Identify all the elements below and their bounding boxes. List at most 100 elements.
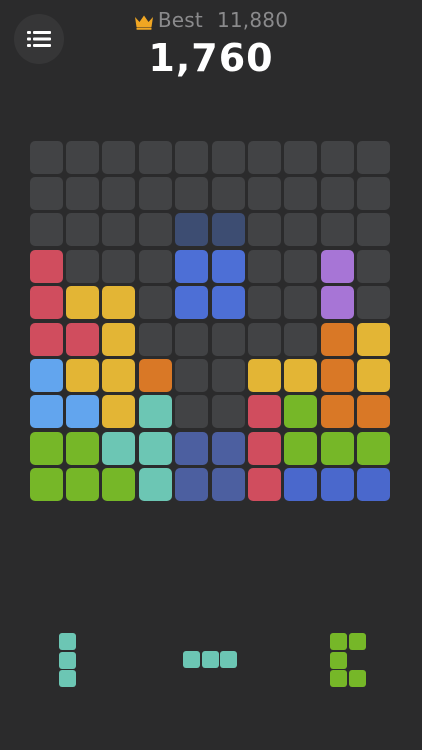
board-cell-empty[interactable] [102,140,136,174]
board-cell-empty[interactable] [138,140,172,174]
board-cell-filled[interactable] [175,249,209,283]
board-cell-filled[interactable] [211,249,245,283]
board-cell-filled[interactable] [320,395,354,429]
board-cell-filled[interactable] [29,468,63,502]
board-cell-empty[interactable] [284,322,318,356]
board-cell-filled[interactable] [320,431,354,465]
board-cell-filled[interactable] [29,431,63,465]
board-cell-filled[interactable] [284,468,318,502]
board-cell-filled[interactable] [102,395,136,429]
board-cell-filled[interactable] [138,431,172,465]
board-cell-empty[interactable] [211,358,245,392]
board-cell-filled[interactable] [65,431,99,465]
board-cell-empty[interactable] [211,322,245,356]
board-cell-empty[interactable] [102,249,136,283]
board-cell-empty[interactable] [138,286,172,320]
board-cell-empty[interactable] [29,140,63,174]
board-cell-empty[interactable] [138,213,172,247]
board-cell-empty[interactable] [29,213,63,247]
board-cell-filled[interactable] [175,286,209,320]
board-cell-empty[interactable] [247,140,281,174]
board-cell-empty[interactable] [320,213,354,247]
board-cell-filled[interactable] [29,322,63,356]
board-cell-empty[interactable] [247,286,281,320]
board-cell-empty[interactable] [65,176,99,210]
board-cell-empty[interactable] [175,322,209,356]
board-cell-filled[interactable] [102,468,136,502]
board-cell-empty[interactable] [320,140,354,174]
board-cell-filled[interactable] [102,358,136,392]
board-cell-filled[interactable] [29,286,63,320]
board-cell-filled[interactable] [284,358,318,392]
board-cell-empty[interactable] [211,140,245,174]
board-cell-filled[interactable] [247,431,281,465]
board-cell-empty[interactable] [65,140,99,174]
board-cell-filled[interactable] [357,322,391,356]
board-cell-filled[interactable] [284,395,318,429]
board-cell-empty[interactable] [175,176,209,210]
board-cell-empty[interactable] [247,322,281,356]
board-cell-filled[interactable] [175,431,209,465]
board-cell-filled[interactable] [211,286,245,320]
board-cell-empty[interactable] [247,249,281,283]
board-cell-filled[interactable] [357,431,391,465]
board-cell-filled[interactable] [175,213,209,247]
board-cell-empty[interactable] [284,140,318,174]
board-cell-filled[interactable] [320,322,354,356]
board-cell-empty[interactable] [138,249,172,283]
board-cell-filled[interactable] [211,468,245,502]
board-cell-filled[interactable] [175,468,209,502]
board-cell-filled[interactable] [247,395,281,429]
board-cell-empty[interactable] [138,176,172,210]
board-cell-filled[interactable] [65,286,99,320]
board-cell-empty[interactable] [65,249,99,283]
board-cell-empty[interactable] [211,395,245,429]
board-cell-filled[interactable] [247,468,281,502]
board-cell-filled[interactable] [320,286,354,320]
board-cell-empty[interactable] [65,213,99,247]
board-cell-empty[interactable] [29,176,63,210]
board-cell-filled[interactable] [102,322,136,356]
board-cell-empty[interactable] [247,213,281,247]
board-cell-empty[interactable] [320,176,354,210]
board-cell-empty[interactable] [102,176,136,210]
board-cell-filled[interactable] [65,468,99,502]
board-cell-filled[interactable] [138,395,172,429]
board-cell-filled[interactable] [138,358,172,392]
board-cell-filled[interactable] [29,358,63,392]
board-cell-empty[interactable] [175,140,209,174]
board-cell-filled[interactable] [138,468,172,502]
board-cell-filled[interactable] [29,395,63,429]
board-cell-filled[interactable] [320,358,354,392]
board-cell-filled[interactable] [357,395,391,429]
board-cell-filled[interactable] [65,358,99,392]
board-cell-empty[interactable] [175,358,209,392]
board-cell-empty[interactable] [357,176,391,210]
board-cell-filled[interactable] [65,322,99,356]
board-cell-filled[interactable] [102,431,136,465]
board-cell-empty[interactable] [284,213,318,247]
board-cell-empty[interactable] [284,286,318,320]
board-cell-empty[interactable] [247,176,281,210]
board-cell-filled[interactable] [357,468,391,502]
board-cell-empty[interactable] [175,395,209,429]
board-cell-empty[interactable] [357,140,391,174]
board-cell-empty[interactable] [357,286,391,320]
board-cell-filled[interactable] [357,358,391,392]
board-cell-filled[interactable] [284,431,318,465]
board-cell-filled[interactable] [247,358,281,392]
board-cell-filled[interactable] [65,395,99,429]
board-cell-empty[interactable] [138,322,172,356]
board-cell-empty[interactable] [211,176,245,210]
board-cell-filled[interactable] [211,213,245,247]
board-cell-empty[interactable] [284,176,318,210]
board-cell-empty[interactable] [357,249,391,283]
board-cell-empty[interactable] [284,249,318,283]
board-cell-filled[interactable] [102,286,136,320]
board-cell-filled[interactable] [29,249,63,283]
board-cell-empty[interactable] [357,213,391,247]
board-cell-filled[interactable] [320,468,354,502]
board-cell-filled[interactable] [320,249,354,283]
board-cell-empty[interactable] [102,213,136,247]
board-cell-filled[interactable] [211,431,245,465]
